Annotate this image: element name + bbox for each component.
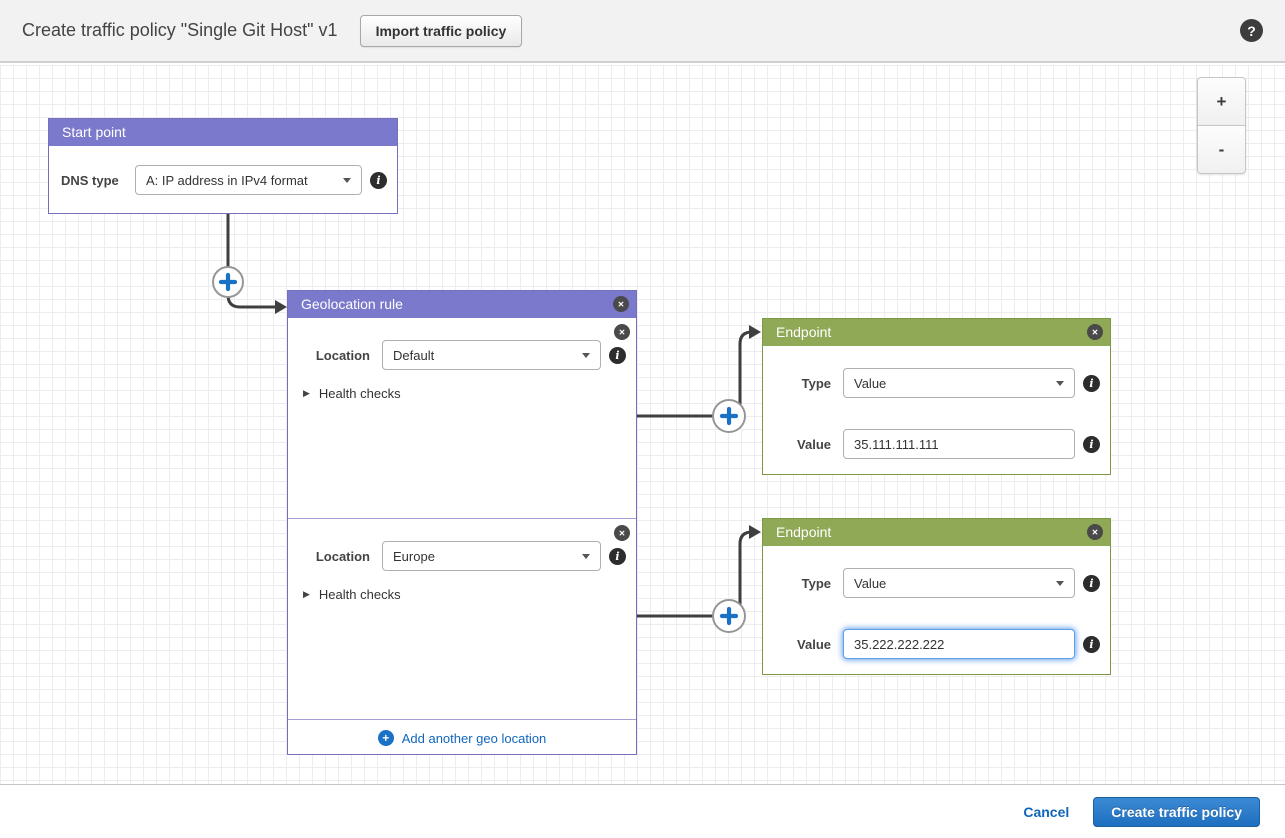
dns-type-row: DNS type A: IP address in IPv4 format i — [61, 165, 387, 195]
health-checks-label: Health checks — [319, 587, 401, 602]
location-value: Default — [393, 348, 582, 363]
connector-plus-to-endpoint-2 — [740, 532, 753, 608]
endpoint-box-1: Endpoint ✕ Type Value i Value i — [762, 318, 1111, 475]
zoom-out-button[interactable]: - — [1197, 125, 1246, 174]
location-dropdown[interactable]: Default — [382, 340, 601, 370]
connector-plus-to-rule — [228, 295, 276, 307]
location-info-icon[interactable]: i — [609, 548, 626, 565]
location-label: Location — [300, 348, 370, 363]
dns-type-info-icon[interactable]: i — [370, 172, 387, 189]
endpoint-value-row: Value i — [775, 429, 1100, 459]
page-header: Create traffic policy "Single Git Host" … — [0, 0, 1285, 63]
start-point-body: DNS type A: IP address in IPv4 format i — [49, 146, 397, 195]
endpoint-value-input-focused[interactable] — [843, 629, 1075, 659]
start-point-box: Start point DNS type A: IP address in IP… — [48, 118, 398, 214]
disclosure-triangle-icon: ▶ — [303, 589, 310, 600]
geolocation-rule-title: Geolocation rule — [301, 296, 403, 312]
location-row: Location Default i — [300, 340, 626, 370]
endpoint-body: Type Value i Value i — [763, 546, 1110, 659]
health-checks-toggle[interactable]: ▶ Health checks — [300, 587, 626, 602]
endpoint-value-label: Value — [775, 637, 831, 652]
cancel-link[interactable]: Cancel — [1023, 804, 1069, 820]
geo-location-section-1: ✕ Location Default i ▶ Health checks — [288, 318, 636, 518]
dns-type-label: DNS type — [61, 173, 123, 188]
endpoint-type-row: Type Value i — [775, 568, 1100, 598]
start-point-header: Start point — [49, 119, 397, 146]
chevron-down-icon — [343, 178, 351, 183]
endpoint-type-label: Type — [775, 376, 831, 391]
delete-endpoint-icon[interactable]: ✕ — [1087, 324, 1103, 340]
geolocation-rule-header: Geolocation rule ✕ — [288, 291, 636, 318]
endpoint-type-dropdown[interactable]: Value — [843, 568, 1075, 598]
help-icon[interactable]: ? — [1240, 19, 1263, 42]
delete-rule-icon[interactable]: ✕ — [613, 296, 629, 312]
add-rule-node-button[interactable] — [213, 267, 243, 297]
chevron-down-icon — [582, 353, 590, 358]
location-value: Europe — [393, 549, 582, 564]
zoom-in-button[interactable]: + — [1197, 77, 1246, 126]
location-row: Location Europe i — [300, 541, 626, 571]
delete-location-icon[interactable]: ✕ — [614, 324, 630, 340]
endpoint-value-input[interactable] — [843, 429, 1075, 459]
policy-canvas: + - Start point DNS type A: IP address i… — [0, 65, 1285, 785]
add-geo-location-link[interactable]: + Add another geo location — [288, 719, 636, 756]
dns-type-value: A: IP address in IPv4 format — [146, 173, 343, 188]
add-geo-location-label: Add another geo location — [402, 731, 547, 746]
endpoint-value-info-icon[interactable]: i — [1083, 436, 1100, 453]
dns-type-dropdown[interactable]: A: IP address in IPv4 format — [135, 165, 362, 195]
traffic-policy-editor: Create traffic policy "Single Git Host" … — [0, 0, 1285, 838]
disclosure-triangle-icon: ▶ — [303, 388, 310, 399]
import-traffic-policy-button[interactable]: Import traffic policy — [360, 15, 523, 47]
endpoint-header: Endpoint ✕ — [763, 319, 1110, 346]
arrow-icon — [749, 525, 761, 539]
location-label: Location — [300, 549, 370, 564]
endpoint-type-info-icon[interactable]: i — [1083, 575, 1100, 592]
geo-location-section-2: ✕ Location Europe i ▶ Health checks — [288, 518, 636, 719]
geolocation-rule-box: Geolocation rule ✕ ✕ Location Default i … — [287, 290, 637, 755]
page-footer: Cancel Create traffic policy — [0, 786, 1285, 838]
endpoint-type-row: Type Value i — [775, 368, 1100, 398]
chevron-down-icon — [1056, 381, 1064, 386]
add-endpoint-node-button-2[interactable] — [713, 600, 745, 632]
health-checks-toggle[interactable]: ▶ Health checks — [300, 386, 626, 401]
endpoint-box-2: Endpoint ✕ Type Value i Value i — [762, 518, 1111, 675]
page-title: Create traffic policy "Single Git Host" … — [22, 20, 338, 41]
chevron-down-icon — [1056, 581, 1064, 586]
chevron-down-icon — [582, 554, 590, 559]
endpoint-value-row: Value i — [775, 629, 1100, 659]
endpoint-value-label: Value — [775, 437, 831, 452]
connector-plus-to-endpoint-1 — [740, 332, 753, 408]
create-traffic-policy-button[interactable]: Create traffic policy — [1093, 797, 1260, 827]
endpoint-value-info-icon[interactable]: i — [1083, 636, 1100, 653]
location-dropdown[interactable]: Europe — [382, 541, 601, 571]
endpoint-header: Endpoint ✕ — [763, 519, 1110, 546]
endpoint-type-label: Type — [775, 576, 831, 591]
endpoint-type-info-icon[interactable]: i — [1083, 375, 1100, 392]
start-point-title: Start point — [62, 124, 126, 140]
endpoint-type-value: Value — [854, 576, 1056, 591]
delete-location-icon[interactable]: ✕ — [614, 525, 630, 541]
arrow-icon — [749, 325, 761, 339]
endpoint-title: Endpoint — [776, 524, 831, 540]
canvas-zoom-controls: + - — [1197, 77, 1246, 174]
endpoint-type-value: Value — [854, 376, 1056, 391]
delete-endpoint-icon[interactable]: ✕ — [1087, 524, 1103, 540]
health-checks-label: Health checks — [319, 386, 401, 401]
arrow-icon — [275, 300, 287, 314]
add-endpoint-node-button-1[interactable] — [713, 400, 745, 432]
endpoint-title: Endpoint — [776, 324, 831, 340]
endpoint-body: Type Value i Value i — [763, 346, 1110, 459]
plus-circle-icon: + — [378, 730, 394, 746]
endpoint-type-dropdown[interactable]: Value — [843, 368, 1075, 398]
location-info-icon[interactable]: i — [609, 347, 626, 364]
